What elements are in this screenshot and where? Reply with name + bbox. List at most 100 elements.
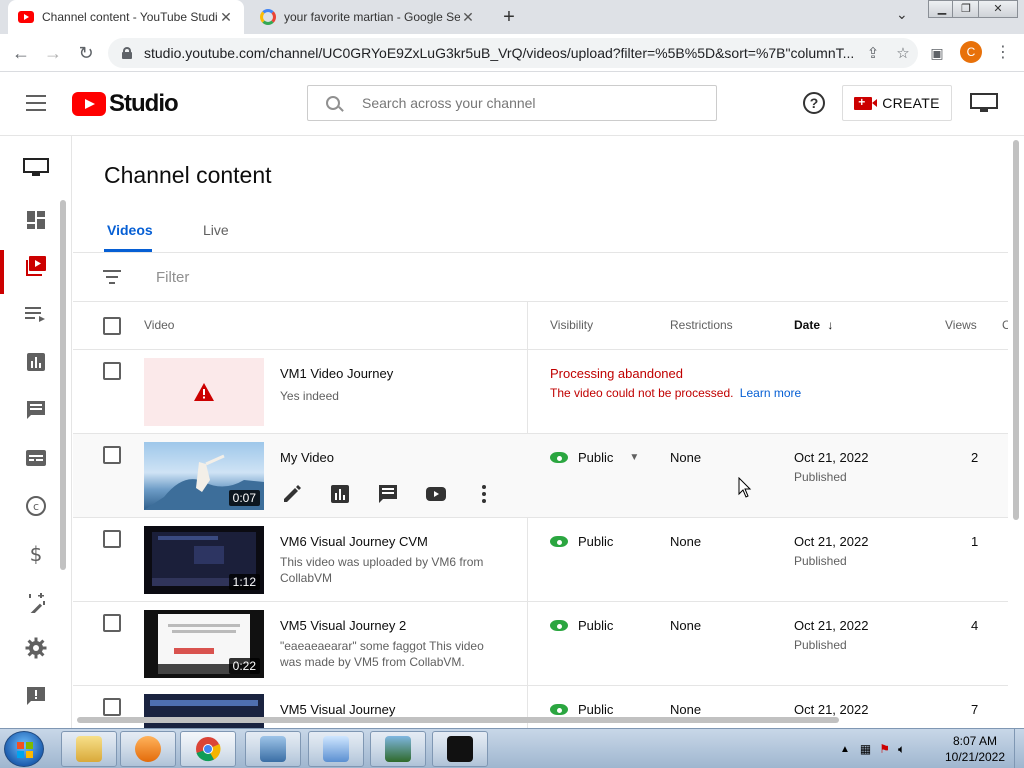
video-title[interactable]: VM1 Video Journey (280, 366, 393, 381)
close-window-button[interactable]: ✕ (978, 0, 1018, 18)
taskbar-chrome[interactable] (180, 731, 236, 767)
filter-icon[interactable] (102, 270, 122, 284)
taskbar-explorer[interactable] (61, 731, 117, 767)
horizontal-scrollbar-thumb[interactable] (77, 717, 839, 723)
nav-channel-preview[interactable] (0, 148, 72, 188)
tab-search-chevron-icon[interactable]: ⌄ (896, 6, 908, 23)
vertical-scrollbar-thumb[interactable] (1013, 140, 1019, 520)
views-value: 4 (971, 618, 979, 633)
video-thumbnail[interactable]: 0:07 (144, 442, 264, 510)
video-title[interactable]: My Video (280, 450, 334, 465)
row-checkbox[interactable] (103, 446, 121, 464)
table-row[interactable]: 0:07 My Video Public ▼ None Oct 21, 2022… (73, 434, 1008, 518)
close-tab-icon[interactable]: ✕ (460, 9, 476, 26)
more-options-kebab-icon[interactable] (472, 482, 496, 506)
taskbar-control-panel[interactable] (308, 731, 364, 767)
profile-avatar[interactable]: C (960, 41, 982, 63)
date-value: Oct 21, 2022 (794, 534, 869, 549)
taskbar-game-app[interactable] (432, 731, 488, 767)
horizontal-scrollbar[interactable] (73, 712, 1008, 728)
taskbar-media-player[interactable] (120, 731, 176, 767)
nav-feedback[interactable] (0, 676, 72, 716)
media-player-icon (135, 736, 161, 762)
forward-arrow-icon[interactable]: → (42, 42, 64, 64)
browser-tab-google[interactable]: your favorite martian - Google Search ✕ (250, 0, 486, 34)
processing-error-message: The video could not be processed. Learn … (550, 386, 801, 400)
row-checkbox[interactable] (103, 614, 121, 632)
monitor-icon[interactable] (970, 93, 998, 113)
video-thumbnail[interactable] (144, 358, 264, 426)
browser-tab-studio[interactable]: Channel content - YouTube Studio ✕ (8, 0, 244, 34)
visibility-dropdown[interactable]: Public (550, 618, 613, 633)
comments-icon (27, 401, 45, 419)
search-input[interactable] (362, 95, 692, 111)
video-duration: 0:22 (228, 658, 260, 674)
column-header-video[interactable]: Video (144, 318, 174, 332)
bookmark-star-icon[interactable]: ☆ (888, 44, 918, 62)
subtitles-icon (26, 450, 46, 466)
tab-videos[interactable]: Videos (107, 222, 153, 238)
channel-search-box[interactable] (307, 85, 717, 121)
browser-menu-kebab-icon[interactable]: ⋮ (992, 42, 1014, 64)
studio-logo[interactable]: Studio (72, 90, 179, 118)
pencil-edit-icon[interactable] (280, 482, 304, 506)
tab-live[interactable]: Live (203, 222, 229, 238)
analytics-icon[interactable] (328, 482, 352, 506)
video-description: "eaeaeaearar" some faggot This video was… (280, 639, 484, 669)
video-description: This video was uploaded by VM6 from Coll… (280, 555, 484, 585)
clock-date: 10/21/2022 (944, 750, 1006, 764)
table-row[interactable]: 1:12 VM6 Visual Journey CVM This video w… (73, 518, 1008, 602)
taskbar-image-viewer[interactable] (370, 731, 426, 767)
side-panel-icon[interactable]: ▣ (926, 42, 948, 64)
restore-window-button[interactable]: ❐ (952, 0, 980, 18)
row-checkbox[interactable] (103, 530, 121, 548)
column-header-views[interactable]: Views (945, 318, 977, 332)
column-header-restrictions[interactable]: Restrictions (670, 318, 733, 332)
vertical-scrollbar[interactable] (1008, 136, 1024, 728)
select-all-checkbox[interactable] (103, 317, 121, 335)
learn-more-link[interactable]: Learn more (740, 386, 801, 400)
restrictions-value: None (670, 534, 702, 549)
visibility-dropdown[interactable]: Public (550, 534, 613, 549)
video-description: Yes indeed (280, 389, 339, 403)
left-nav-scrollbar[interactable] (60, 200, 66, 570)
address-bar[interactable]: studio.youtube.com/channel/UC0GRYoE9ZxLu… (108, 38, 918, 68)
window-app-icon (260, 736, 286, 762)
table-row[interactable]: 0:22 VM5 Visual Journey 2 "eaeaeaearar" … (73, 602, 1008, 686)
video-title[interactable]: VM6 Visual Journey CVM (280, 534, 428, 549)
nav-settings[interactable] (0, 628, 72, 668)
share-icon[interactable]: ⇪ (858, 44, 888, 62)
comments-icon[interactable] (376, 482, 400, 506)
video-title[interactable]: VM5 Visual Journey 2 (280, 618, 406, 633)
close-tab-icon[interactable]: ✕ (218, 9, 234, 26)
column-header-date[interactable]: Date ↓ (794, 318, 833, 332)
visibility-value: Public (578, 618, 614, 633)
windows-start-button[interactable] (4, 731, 44, 767)
browser-tab-title: your favorite martian - Google Search (284, 10, 460, 24)
visibility-dropdown[interactable]: Public ▼ (550, 450, 639, 465)
monitor-icon (23, 158, 49, 176)
svg-text:$: $ (30, 543, 43, 565)
table-row[interactable]: VM1 Video Journey Yes indeed Processing … (73, 350, 1008, 434)
youtube-play-icon[interactable] (424, 482, 448, 506)
nav-customization[interactable] (0, 582, 72, 622)
network-icon[interactable]: ▦ (860, 742, 871, 756)
action-center-flag-icon[interactable]: ⚑ (879, 742, 890, 756)
new-tab-button[interactable]: + (498, 6, 520, 28)
help-icon[interactable]: ? (803, 92, 825, 114)
column-header-visibility[interactable]: Visibility (550, 318, 593, 332)
create-button[interactable]: CREATE (842, 85, 952, 121)
taskbar-app-window[interactable] (245, 731, 301, 767)
back-arrow-icon[interactable]: ← (10, 42, 32, 64)
show-desktop-button[interactable] (1014, 729, 1024, 768)
volume-icon[interactable]: 🔈︎ (898, 742, 905, 757)
row-checkbox[interactable] (103, 362, 121, 380)
studio-logo-text: Studio (109, 90, 179, 117)
reload-icon[interactable]: ↻ (75, 42, 97, 64)
video-thumbnail[interactable]: 0:22 (144, 610, 264, 678)
taskbar-clock[interactable]: 8:07 AM 10/21/2022 (940, 733, 1010, 765)
filter-input[interactable]: Filter (156, 269, 189, 286)
video-thumbnail[interactable]: 1:12 (144, 526, 264, 594)
tray-expand-icon[interactable]: ▲ (840, 744, 850, 755)
hamburger-menu-icon[interactable] (26, 95, 46, 111)
